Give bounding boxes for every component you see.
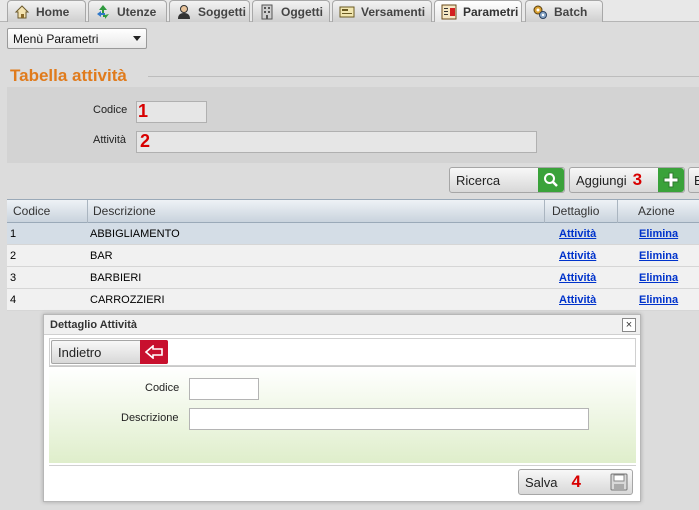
gears-icon xyxy=(532,4,548,20)
dialog-descrizione-label: Descrizione xyxy=(121,412,179,424)
tab-batch[interactable]: Batch xyxy=(525,0,603,22)
tab-oggetti-label: Oggetti xyxy=(281,4,323,19)
tab-batch-label: Batch xyxy=(554,4,588,19)
tab-bar: Home Utenze Soggetti Oggetti Versamenti … xyxy=(0,0,699,22)
title-divider xyxy=(148,76,699,77)
plus-icon xyxy=(658,168,684,192)
salva-label: Salva xyxy=(525,474,558,490)
dialog-descrizione-input[interactable] xyxy=(189,408,589,430)
person-icon xyxy=(176,4,192,20)
column-divider xyxy=(617,200,618,224)
codice-label: Codice xyxy=(93,104,128,116)
cell-descrizione: BAR xyxy=(90,250,113,262)
indietro-button[interactable]: Indietro xyxy=(51,340,168,364)
elimina-link[interactable]: Elimina xyxy=(639,272,678,284)
marker-4: 4 xyxy=(571,472,581,491)
home-icon xyxy=(14,4,30,20)
extra-button[interactable]: E xyxy=(688,167,699,193)
attivita-link[interactable]: Attività xyxy=(559,272,596,284)
detail-dialog: Dettaglio Attività × Indietro Codice Des… xyxy=(43,314,641,502)
ricerca-button[interactable]: Ricerca xyxy=(449,167,565,193)
header-dettaglio[interactable]: Dettaglio xyxy=(552,204,599,218)
save-disk-icon xyxy=(606,470,632,494)
tab-versamenti-label: Versamenti xyxy=(361,4,426,19)
dialog-codice-input[interactable] xyxy=(189,378,259,400)
salva-button[interactable]: Salva 4 xyxy=(518,469,633,495)
extra-button-label: E xyxy=(694,172,699,188)
table-header: Codice Descrizione Dettaglio Azione xyxy=(7,199,699,224)
dialog-footer: Salva 4 xyxy=(49,465,636,499)
tab-home-label: Home xyxy=(36,4,70,19)
search-icon xyxy=(538,168,564,192)
marker-1: 1 xyxy=(138,101,149,121)
elimina-link[interactable]: Elimina xyxy=(639,250,678,262)
tab-parametri[interactable]: Parametri xyxy=(434,0,522,22)
elimina-link[interactable]: Elimina xyxy=(639,228,678,240)
table-row[interactable]: 3 BARBIERI Attività Elimina xyxy=(7,267,699,289)
cell-descrizione: ABBIGLIAMENTO xyxy=(90,228,180,240)
attivita-link[interactable]: Attività xyxy=(559,294,596,306)
column-divider xyxy=(87,200,88,224)
cell-descrizione: BARBIERI xyxy=(90,272,142,284)
aggiungi-button[interactable]: Aggiungi 3 xyxy=(569,167,685,193)
column-divider xyxy=(544,200,545,224)
cell-codice: 1 xyxy=(10,228,17,240)
tab-soggetti[interactable]: Soggetti xyxy=(169,0,250,22)
dialog-toolbar: Indietro xyxy=(49,338,636,366)
cell-codice: 4 xyxy=(10,294,17,306)
dialog-codice-label: Codice xyxy=(145,382,180,394)
tab-versamenti[interactable]: Versamenti xyxy=(332,0,432,22)
parameters-icon xyxy=(441,4,457,20)
table-row[interactable]: 2 BAR Attività Elimina xyxy=(7,245,699,267)
tab-oggetti[interactable]: Oggetti xyxy=(252,0,330,22)
attivita-link[interactable]: Attività xyxy=(559,228,596,240)
menu-select-value: Menù Parametri xyxy=(13,32,99,46)
activities-table: Codice Descrizione Dettaglio Azione 1 AB… xyxy=(7,199,699,311)
attivita-label: Attività xyxy=(93,134,127,146)
page-title: Tabella attività xyxy=(10,66,127,85)
header-azione[interactable]: Azione xyxy=(638,204,675,218)
attivita-link[interactable]: Attività xyxy=(559,250,596,262)
tab-parametri-label: Parametri xyxy=(463,4,519,19)
indietro-label: Indietro xyxy=(58,344,102,360)
tab-utenze[interactable]: Utenze xyxy=(88,0,167,22)
recycle-icon xyxy=(95,4,111,20)
tab-home[interactable]: Home xyxy=(7,0,86,22)
elimina-link[interactable]: Elimina xyxy=(639,294,678,306)
header-descrizione[interactable]: Descrizione xyxy=(93,204,156,218)
ricerca-label: Ricerca xyxy=(456,172,501,188)
tab-utenze-label: Utenze xyxy=(117,4,157,19)
chevron-down-icon xyxy=(133,36,141,41)
cell-codice: 2 xyxy=(10,250,17,262)
marker-2: 2 xyxy=(140,131,151,151)
dialog-title: Dettaglio Attività xyxy=(44,315,640,335)
cell-descrizione: CARROZZIERI xyxy=(90,294,165,306)
cell-codice: 3 xyxy=(10,272,17,284)
payment-icon xyxy=(339,4,355,20)
building-icon xyxy=(259,4,275,20)
aggiungi-label: Aggiungi xyxy=(576,172,627,188)
table-row[interactable]: 4 CARROZZIERI Attività Elimina xyxy=(7,289,699,311)
header-codice[interactable]: Codice xyxy=(13,204,50,218)
attivita-input[interactable] xyxy=(136,131,537,153)
close-icon[interactable]: × xyxy=(622,318,636,332)
back-arrow-icon xyxy=(140,340,168,364)
table-row[interactable]: 1 ABBIGLIAMENTO Attività Elimina xyxy=(7,223,699,245)
marker-3: 3 xyxy=(632,170,643,189)
menu-select[interactable]: Menù Parametri xyxy=(7,28,147,49)
tab-soggetti-label: Soggetti xyxy=(198,4,246,19)
dialog-form: Codice Descrizione xyxy=(49,366,636,463)
